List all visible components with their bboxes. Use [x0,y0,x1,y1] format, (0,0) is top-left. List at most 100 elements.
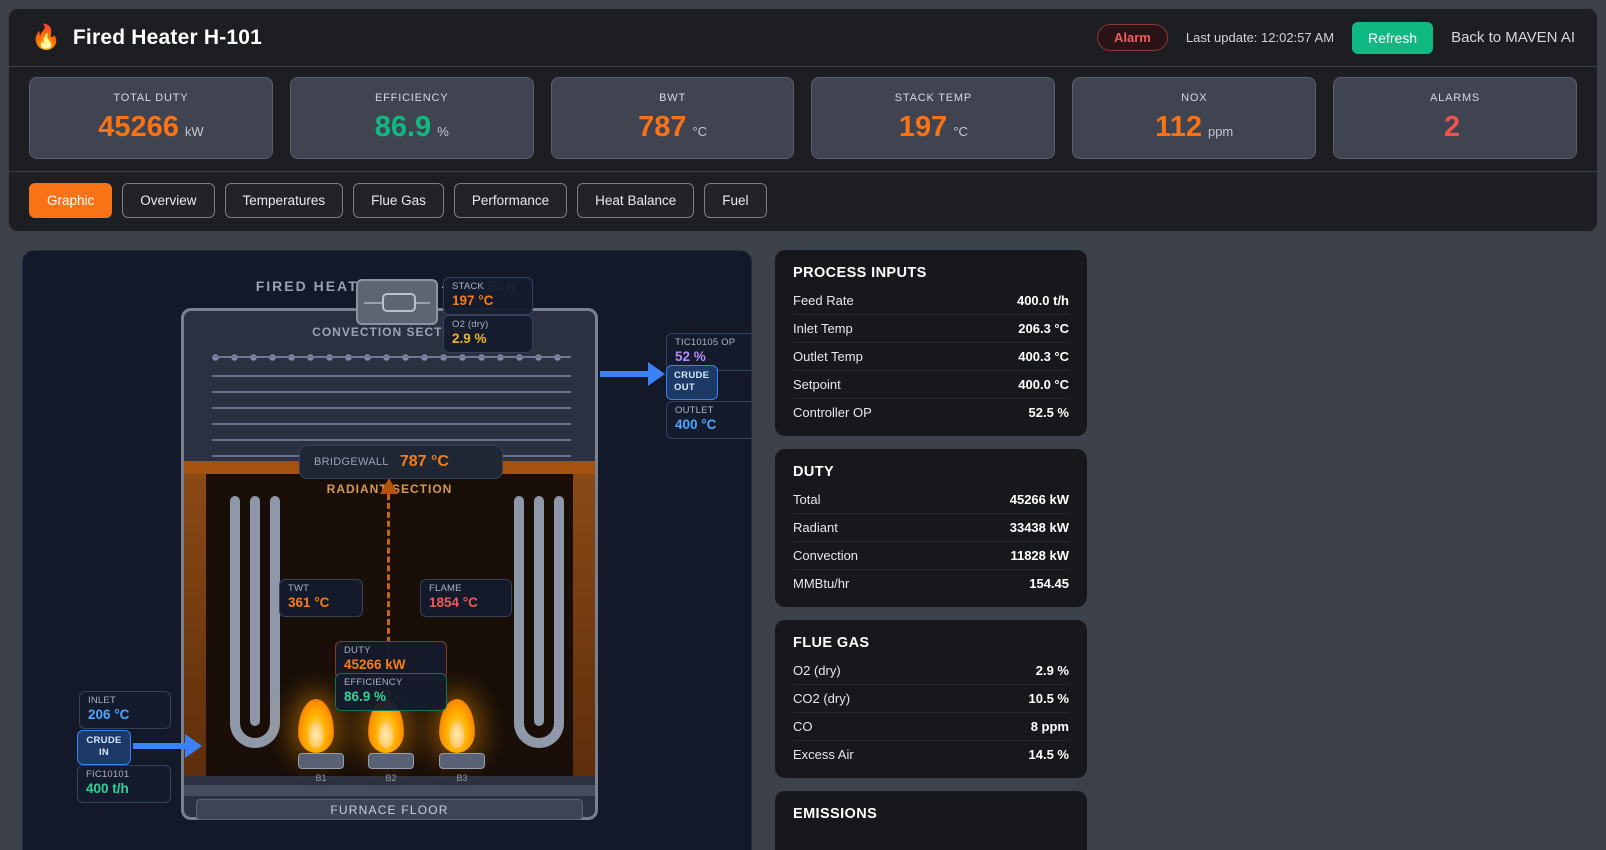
heat-flow-arrow [380,478,398,494]
flame-core [378,722,394,748]
panel-row: Total 45266 kW [793,486,1069,514]
tab-performance[interactable]: Performance [453,183,568,218]
kpi-value: 45266 kW [98,111,204,143]
kpi-label: TOTAL DUTY [113,92,189,104]
panel-title: PROCESS INPUTS [793,265,927,281]
outlet-tag: OUTLET 400 °C [666,401,751,439]
header-left: 🔥 Fired Heater H-101 [31,23,263,51]
content-area: FIRED HEATER H-101 — CABIN STACK 197 °C … [0,232,1606,850]
twt-tag: TWT 361 °C [279,579,363,617]
burner-base [298,753,344,769]
radiant-wall-right [573,474,595,776]
panel-title: DUTY [793,464,835,480]
o2-tag: O2 (dry) 2.9 % [443,315,533,353]
tab-flue-gas[interactable]: Flue Gas [353,183,444,218]
panel-row: Inlet Temp 206.3 °C [793,315,1069,343]
crude-out-arrow-head [648,362,665,386]
kpi-label: BWT [659,92,686,104]
bridgewall-tag: BRIDGEWALL 787 °C [299,445,503,479]
furnace-floor-bar: FURNACE FLOOR [196,799,583,820]
panel-row: Outlet Temp 400.3 °C [793,343,1069,371]
tube-bank-right [534,496,544,726]
crude-out-arrow [600,371,648,377]
panel-emissions: EMISSIONS [775,791,1087,850]
kpi-value: 112 ppm [1155,111,1234,143]
panel-row: Setpoint 400.0 °C [793,371,1069,399]
panel-flue-gas: FLUE GAS O2 (dry) 2.9 % CO2 (dry) 10.5 % C… [775,620,1087,778]
stack-tag: STACK 197 °C [443,277,533,315]
tab-bar: Graphic Overview Temperatures Flue Gas P… [9,172,1597,231]
efficiency-tag: EFFICIENCY 86.9 % [335,673,447,711]
flame-icon: 🔥 [31,23,61,51]
header-right: Alarm Last update: 12:02:57 AM Refresh B… [1097,21,1575,54]
kpi-label: STACK TEMP [894,92,973,104]
panel-row: Convection 11828 kW [793,542,1069,570]
tab-heat-balance[interactable]: Heat Balance [577,183,695,218]
kpi-label: NOX [1181,92,1208,104]
alarm-badge[interactable]: Alarm [1097,24,1168,51]
convection-section-label: CONVECTION SECTION [312,325,467,339]
panel-row: Radiant 33438 kW [793,514,1069,542]
kpi-value: 2 [1443,111,1461,143]
refresh-button[interactable]: Refresh [1352,21,1434,54]
panel-row: CO 8 ppm [793,713,1069,741]
tab-graphic[interactable]: Graphic [29,183,113,218]
kpi-label: EFFICIENCY [375,92,449,104]
kpi-value: 197 °C [898,111,968,143]
back-to-maven-link[interactable]: Back to MAVEN AI [1451,29,1575,46]
tab-temperatures[interactable]: Temperatures [224,183,344,218]
panel-row: O2 (dry) 2.9 % [793,657,1069,685]
tube-bank-left [230,496,240,726]
tube-bank-left [250,496,260,726]
kpi-card-alarms: ALARMS 2 [1333,77,1577,159]
tube-row-line [212,423,571,425]
kpi-card-nox: NOX 112 ppm [1072,77,1317,159]
flame-core [449,722,465,748]
header: 🔥 Fired Heater H-101 Alarm Last update: … [9,9,1597,67]
page-title: Fired Heater H-101 [72,25,263,49]
kpi-card-bwt: BWT 787 °C [550,77,795,159]
crude-in-arrow [133,743,185,749]
tube-bank-right [554,496,564,726]
panel-process-inputs: PROCESS INPUTS Feed Rate 400.0 t/h Inlet … [775,250,1087,436]
kpi-card-total-duty: TOTAL DUTY 45266 kW [29,77,273,159]
panel-row: Feed Rate 400.0 t/h [793,287,1069,315]
heater-diagram: FIRED HEATER H-101 — CABIN STACK 197 °C … [22,250,752,850]
kpi-value: 787 °C [638,111,708,143]
tube-row-line [212,375,571,377]
panel-row: CO2 (dry) 10.5 % [793,685,1069,713]
crude-out-tag: CRUDE OUT [666,365,718,400]
tube-row-line [212,407,571,409]
panel-duty: DUTY Total 45266 kW Radiant 33438 kW Conve… [775,449,1087,607]
burner-label-b3: B3 [456,773,468,783]
crude-in-arrow-head [185,734,202,758]
burner-base [368,753,414,769]
heater-body: CONVECTION SECTION RADIANT SECTION BRIDG… [181,308,598,820]
top-block: 🔥 Fired Heater H-101 Alarm Last update: … [8,8,1598,232]
tab-fuel[interactable]: Fuel [704,183,767,218]
last-update-text: Last update: 12:02:57 AM [1185,30,1335,45]
panel-row: Excess Air 14.5 % [793,747,1069,762]
burner-base [439,753,485,769]
panel-title: EMISSIONS [793,806,878,822]
tab-overview[interactable]: Overview [122,183,215,218]
burner-label-b2: B2 [385,773,397,783]
finned-tube-row [212,354,571,361]
kpi-value: 86.9% [374,111,449,143]
tube-row-line [212,439,571,441]
flame-core [308,722,324,748]
kpi-card-stack-temp: STACK TEMP 197 °C [811,77,1056,159]
panel-title: FLUE GAS [793,635,870,651]
damper-icon [382,293,416,312]
kpi-card-efficiency: EFFICIENCY 86.9% [289,77,534,159]
tube-bank-right [514,496,524,726]
panel-row: MMBtu/hr 154.45 [793,576,1069,591]
fic-tag: FIC10101 400 t/h [77,765,171,803]
side-panel-column: PROCESS INPUTS Feed Rate 400.0 t/h Inlet … [775,250,1087,850]
flame-tag: FLAME 1854 °C [420,579,512,617]
burner-label-b1: B1 [315,773,327,783]
kpi-label: ALARMS [1430,92,1481,104]
floor-strip [184,785,595,796]
kpi-row: TOTAL DUTY 45266 kW EFFICIENCY 86.9% BWT … [9,67,1597,172]
radiant-wall-left [184,474,206,776]
